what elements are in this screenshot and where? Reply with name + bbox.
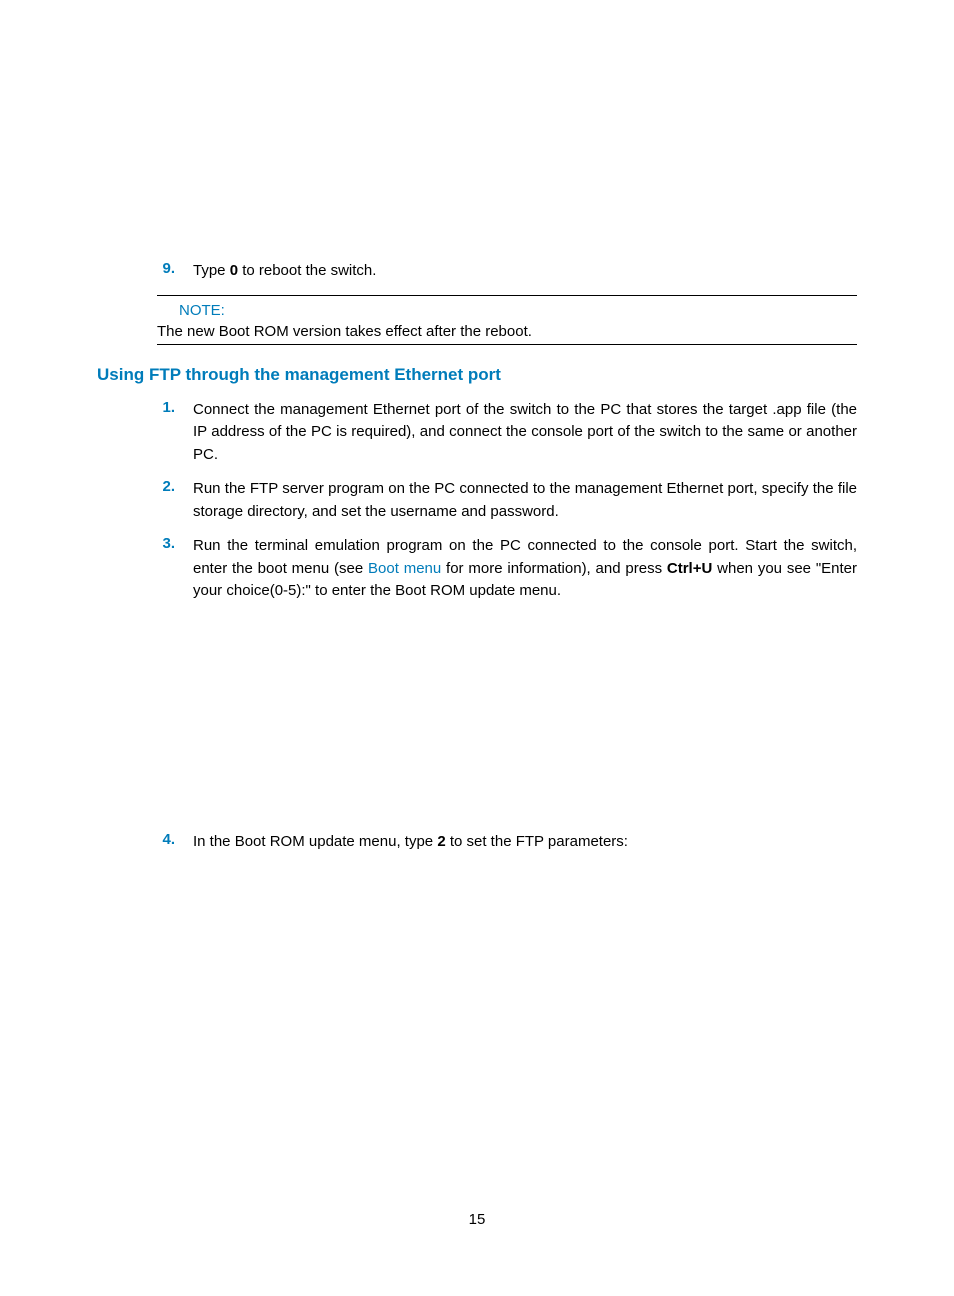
text-part: In the Boot ROM update menu, type	[193, 833, 437, 850]
bold-text: 0	[230, 262, 238, 279]
step-text: In the Boot ROM update menu, type 2 to s…	[193, 831, 857, 854]
step-3: 3. Run the terminal emulation program on…	[97, 535, 857, 603]
bold-text: 2	[437, 833, 445, 850]
step-text: Type 0 to reboot the switch.	[193, 260, 857, 283]
text-part: for more information), and press	[441, 560, 667, 577]
step-text: Run the terminal emulation program on th…	[193, 535, 857, 603]
text-part: to reboot the switch.	[238, 262, 376, 279]
step-4: 4. In the Boot ROM update menu, type 2 t…	[97, 831, 857, 854]
step-number: 1.	[157, 399, 193, 467]
step-number: 4.	[157, 831, 193, 854]
text-part: to set the FTP parameters:	[446, 833, 628, 850]
step-9: 9. Type 0 to reboot the switch.	[97, 260, 857, 283]
note-label: NOTE:	[157, 302, 857, 319]
note-box: NOTE: The new Boot ROM version takes eff…	[157, 295, 857, 345]
link-text[interactable]: Boot menu	[368, 560, 441, 577]
text-part: Type	[193, 262, 230, 279]
step-number: 3.	[157, 535, 193, 603]
step-text: Run the FTP server program on the PC con…	[193, 478, 857, 523]
page-number: 15	[0, 1211, 954, 1228]
section-heading: Using FTP through the management Etherne…	[97, 365, 857, 385]
step-1: 1. Connect the management Ethernet port …	[97, 399, 857, 467]
step-2: 2. Run the FTP server program on the PC …	[97, 478, 857, 523]
step-number: 2.	[157, 478, 193, 523]
bold-text: Ctrl+U	[667, 560, 712, 577]
step-number: 9.	[157, 260, 193, 283]
note-text: The new Boot ROM version takes effect af…	[157, 323, 857, 340]
step-text: Connect the management Ethernet port of …	[193, 399, 857, 467]
